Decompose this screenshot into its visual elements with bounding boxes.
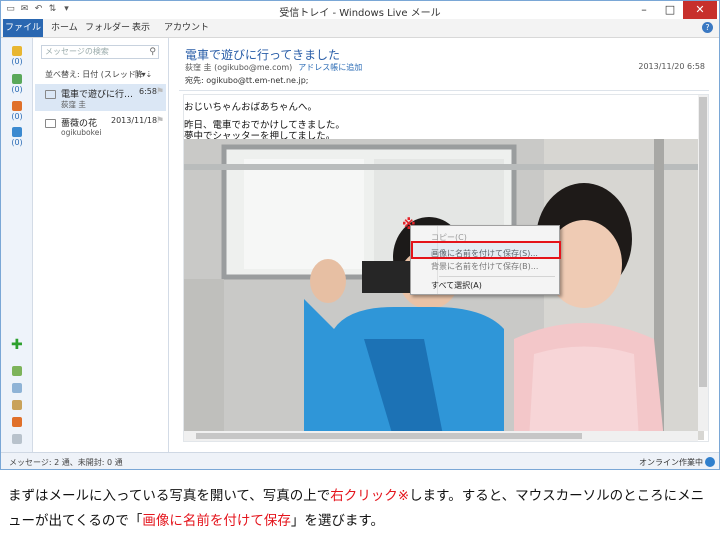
scrollbar-thumb[interactable] [699, 97, 707, 387]
calendar-folder-icon [12, 74, 22, 84]
message-date: 2013/11/18 [111, 116, 158, 125]
newsgroups-view-icon[interactable] [12, 434, 22, 444]
title-bar: ▭ ✉ ↶ ⇅ ▾ 受信トレイ - Windows Live メール – □ ✕ [1, 1, 719, 19]
list-item[interactable]: 電車で遊びに行… 6:58 荻窪 圭 ⚑ [35, 84, 166, 111]
sort-selector[interactable]: 並べ替え: 日付 (スレッド) ▾ 降 ⇣ [45, 69, 152, 80]
highlight-box [411, 241, 561, 259]
message-sender: 荻窪 圭 [61, 100, 86, 109]
vertical-scrollbar[interactable] [698, 95, 708, 431]
account-folder-1[interactable]: (0) [8, 46, 26, 66]
mail-view-icon[interactable] [12, 366, 22, 376]
body-text-line: おじいちゃんおばあちゃんへ。 [184, 102, 318, 113]
instruction-caption: まずはメールに入っている写真を開いて、写真の上で右クリック※します。すると、マウ… [8, 484, 714, 534]
menu-item-select-all[interactable]: すべて選択(A) [431, 280, 482, 291]
menu-separator [439, 276, 555, 277]
tab-home[interactable]: ホーム [51, 19, 78, 37]
message-list-pane: メッセージの検索 ⚲ 並べ替え: 日付 (スレッド) ▾ 降 ⇣ 電車で遊びに行… [33, 38, 169, 452]
envelope-open-icon [45, 119, 56, 128]
header-divider [179, 90, 709, 91]
sender-address: 荻窪 圭 (ogikubo@me.com) [185, 63, 293, 72]
scrollbar-thumb[interactable] [196, 433, 582, 439]
menu-item-save-background-as[interactable]: 背景に名前を付けて保存(B)... [431, 261, 538, 272]
left-navigation: (0) (0) (0) (0) ✚ [1, 38, 33, 452]
calendar-view-icon[interactable] [12, 383, 22, 393]
caption-highlight-right-click: 右クリック※ [330, 488, 410, 504]
online-status: オンライン作業中 [639, 458, 703, 467]
window-controls: – □ ✕ [631, 1, 717, 19]
envelope-open-icon [45, 90, 56, 99]
minimize-button[interactable]: – [631, 1, 657, 19]
caption-text: まずはメールに入っている写真を開いて、写真の上で [8, 488, 331, 504]
flag-icon[interactable]: ⚑ [156, 116, 164, 126]
add-to-contacts-link[interactable]: アドレス帳に追加 [298, 63, 362, 72]
feeds-view-icon[interactable] [12, 417, 22, 427]
unread-count: (0) [11, 57, 23, 66]
caption-text: 」を選びます。 [290, 513, 384, 529]
message-from: 荻窪 圭 (ogikubo@me.com) アドレス帳に追加 [185, 62, 362, 73]
globe-icon [705, 457, 715, 467]
account-folder-2[interactable]: (0) [8, 74, 26, 94]
unread-count: (0) [11, 138, 23, 147]
reading-pane: 電車で遊びに行ってきました 荻窪 圭 (ogikubo@me.com) アドレス帳… [169, 38, 719, 452]
message-title: 電車で遊びに行ってきました [185, 48, 341, 62]
search-icon[interactable]: ⚲ [149, 46, 156, 58]
message-count-status: メッセージ: 2 通、未開封: 0 通 [9, 458, 123, 467]
feed-folder-icon [12, 101, 22, 111]
list-item[interactable]: 薔薇の花 2013/11/18 ogikubokei ⚑ [35, 113, 166, 140]
sort-direction-button[interactable]: 降 ⇣ [135, 69, 152, 80]
message-date: 2013/11/20 6:58 [638, 62, 705, 71]
status-bar: メッセージ: 2 通、未開封: 0 通 オンライン作業中 [1, 452, 719, 469]
sort-label: 並べ替え: 日付 (スレッド) [45, 70, 140, 79]
window-title: 受信トレイ - Windows Live メール [279, 8, 441, 19]
maximize-button[interactable]: □ [657, 1, 683, 19]
tab-account[interactable]: アカウント [164, 19, 209, 37]
message-sender: ogikubokei [61, 128, 102, 137]
unread-count: (0) [11, 85, 23, 94]
flag-icon[interactable]: ⚑ [156, 87, 164, 97]
search-placeholder: メッセージの検索 [45, 47, 109, 56]
close-button[interactable]: ✕ [683, 1, 717, 19]
unread-count: (0) [11, 112, 23, 121]
tab-view[interactable]: 表示 [132, 19, 150, 37]
message-date: 6:58 [139, 87, 157, 96]
message-recipient: 宛先: ogikubo@tt.em-net.ne.jp; [185, 76, 309, 85]
news-folder-icon [12, 127, 22, 137]
caption-highlight-save-image: 画像に名前を付けて保存 [142, 513, 291, 529]
search-input[interactable]: メッセージの検索 ⚲ [41, 45, 159, 59]
add-account-icon[interactable]: ✚ [11, 338, 23, 352]
horizontal-scrollbar[interactable] [184, 431, 698, 441]
account-folder-4[interactable]: (0) [8, 127, 26, 147]
context-menu: コピー(C) 画像に名前を付けて保存(S)... 背景に名前を付けて保存(B).… [410, 225, 560, 295]
tab-folder[interactable]: フォルダー [85, 19, 130, 37]
account-folder-3[interactable]: (0) [8, 101, 26, 121]
tab-file[interactable]: ファイル [3, 19, 43, 37]
ribbon-tabs: ファイル ホーム フォルダー 表示 アカウント ? [1, 19, 719, 38]
app-window: ▭ ✉ ↶ ⇅ ▾ 受信トレイ - Windows Live メール – □ ✕… [0, 0, 720, 470]
message-body: おじいちゃんおばあちゃんへ。 昨日、電車でおでかけしてきました。 夢中でシャッタ… [183, 94, 709, 442]
contacts-view-icon[interactable] [12, 400, 22, 410]
inbox-folder-icon [12, 46, 22, 56]
help-icon[interactable]: ? [702, 22, 713, 33]
